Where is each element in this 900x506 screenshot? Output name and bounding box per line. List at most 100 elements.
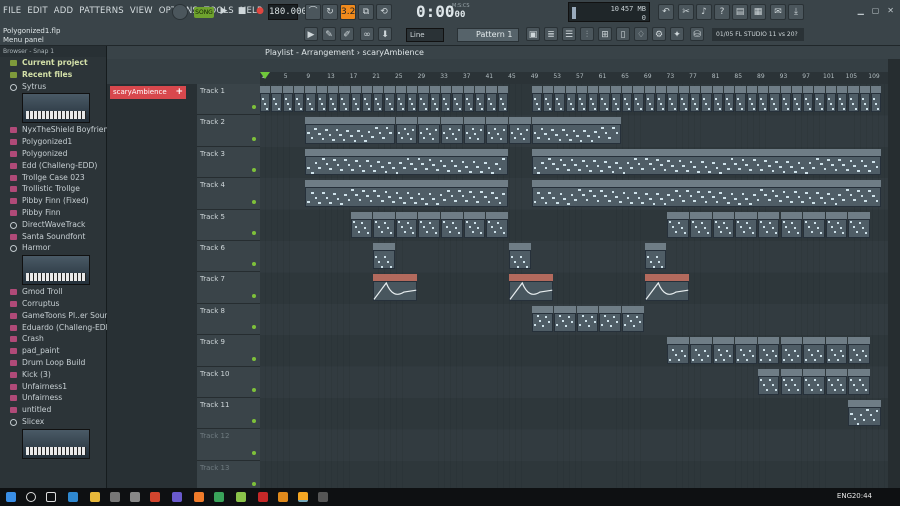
song-mode-toggle[interactable]: SONG [194,7,214,18]
pattern-clip[interactable] [848,400,882,427]
browser-item[interactable]: Gmod Troll [0,286,106,298]
pattern-clip[interactable]: Pa..5 [542,86,554,113]
pattern-clip[interactable]: Pa..5 [667,86,678,113]
pattern-clip[interactable]: Pa..3 [723,86,735,113]
track-mute-led[interactable] [252,199,256,204]
pattern-clip[interactable]: Pa..5 [769,86,780,113]
pattern-clip[interactable]: Pa..5 [644,86,656,113]
draw-icon[interactable]: ✎ [322,27,336,41]
pattern-clip[interactable]: pad [350,211,373,238]
track-header[interactable]: Track 2 [197,115,260,147]
browser-item[interactable]: Current project [0,57,106,69]
pattern-clip[interactable]: Pa..3 [271,86,282,113]
pattern-clip[interactable]: Pa..8 [780,337,803,364]
metronome-icon[interactable]: ⌒ [305,4,321,20]
pattern-clip[interactable]: Pa..5 [599,86,610,113]
pattern-clip[interactable]: Pa..5 [463,86,474,113]
explorer-icon[interactable] [90,492,100,502]
track-mute-led[interactable] [252,482,256,487]
browser-item[interactable]: Trollistic Trollge [0,183,106,195]
pattern-clip[interactable]: Pa..3 [689,86,701,113]
browser-item[interactable]: Polygonized1 [0,136,106,148]
pattern-clip[interactable]: Pa..3 [757,86,769,113]
stop-icon[interactable]: ■ [234,4,250,20]
start-icon[interactable] [6,492,16,502]
pattern-clip[interactable]: Pa..6 [395,117,418,144]
pattern-clip[interactable]: Pa..7 [576,305,599,333]
app-icon[interactable] [258,492,268,502]
multilink-icon[interactable]: ⟲ [376,4,392,20]
browser-item[interactable]: Kick (3) [0,369,106,381]
pattern-clip[interactable]: Pa..5 [418,86,429,113]
pattern-clip[interactable]: riser [373,243,395,270]
pattern-clip[interactable]: Pa..7 [622,305,644,333]
clock[interactable]: 20:44 [852,492,872,500]
browser-item[interactable]: DirectWaveTrack [0,219,106,231]
browser-item[interactable]: Crash [0,333,106,345]
pattern-clip[interactable]: Pa..8 [848,337,871,364]
discord-icon[interactable] [172,492,182,502]
pattern-clip[interactable]: pad [486,211,508,238]
browser-item[interactable]: Eduardo (Challeng-EDD) [0,322,114,334]
plugin-picker-icon[interactable]: ⊞ [598,27,612,41]
fl-studio-taskbar-icon[interactable] [298,492,308,502]
pattern-clip[interactable]: Pa..5 [701,86,712,113]
app-icon[interactable] [318,492,328,502]
pattern-clip[interactable]: Pa..5 [871,86,882,113]
wrench-icon[interactable]: ⚙ [652,27,666,41]
pattern-clip[interactable]: Pa..8 [757,337,780,364]
pattern-clip[interactable]: Pa..5 [746,86,757,113]
pattern-clip[interactable]: Pa..8 [803,337,825,364]
template-icon[interactable]: ▤ [732,4,748,20]
undo-icon[interactable]: ↶ [658,4,674,20]
track-header[interactable]: Track 3 [197,147,260,179]
pattern-clip[interactable]: Pa..5 [780,86,791,113]
pattern-clip[interactable] [531,180,882,207]
pattern-clip[interactable]: Pa..9 [825,368,848,395]
track-header[interactable]: Track 5 [197,210,260,241]
language-indicator[interactable]: ENG [837,492,852,500]
mixer-icon[interactable]: ⫶ [580,27,594,41]
paint-icon[interactable]: ✐ [340,27,354,41]
pattern-clip[interactable]: Pa..6 [441,117,463,144]
pattern-clip[interactable]: riser [644,243,667,270]
browser-item[interactable]: Corruptus [0,298,106,310]
browser-item[interactable]: Slicex [0,416,106,428]
pattern-clip[interactable]: pad [825,211,848,238]
plugin-icon[interactable]: ✦ [670,27,684,41]
pattern-clip[interactable]: Pa..3 [622,86,633,113]
app-icon[interactable] [194,492,204,502]
menu-view[interactable]: VIEW [130,6,153,16]
track-mute-led[interactable] [252,262,256,267]
pattern-clip[interactable] [531,148,882,176]
store-icon[interactable] [110,492,120,502]
download-icon[interactable]: ⤓ [788,4,804,20]
pattern-clip[interactable]: Pa..5 [429,86,441,113]
automation-clip[interactable]: Capacit...Pitch [373,274,418,301]
pattern-clip[interactable]: Pa..5 [610,86,622,113]
minimize-icon[interactable]: ▁ [858,6,864,15]
piano-roll-icon[interactable]: ≣ [544,27,558,41]
pattern-clip[interactable]: Pa..8 [825,337,848,364]
pattern-clip[interactable]: pad [712,211,735,238]
link-icon[interactable]: ∞ [360,27,374,41]
pattern-clip[interactable]: Pa..5 [260,86,271,113]
pattern-clip[interactable]: Pa..5 [395,86,407,113]
pattern-select[interactable]: Pattern 1 [457,28,519,42]
track-header[interactable]: Track 11 [197,398,260,430]
track-header[interactable]: Track 8 [197,304,260,336]
tempo-display[interactable]: 180.000 [268,4,307,20]
vertical-scrollbar[interactable] [888,59,900,488]
step-edit-badge[interactable]: 3.2 [340,4,356,20]
cart-icon[interactable]: ⛁ [690,27,704,41]
playlist-icon[interactable]: ▶ [304,27,318,41]
chat-icon[interactable]: ✉ [770,4,786,20]
pattern-clip[interactable]: Pa..5 [814,86,825,113]
pattern-clip[interactable]: Pa..3 [474,86,486,113]
pattern-clip[interactable]: Pa..3 [859,86,871,113]
track-mute-led[interactable] [252,419,256,424]
menu-file[interactable]: FILE [3,6,21,16]
automation-clip[interactable]: Capacit...Pitch [508,274,554,301]
pattern-clip[interactable]: Pa..5 [848,86,859,113]
pattern-clip[interactable]: Pa..5 [633,86,644,113]
